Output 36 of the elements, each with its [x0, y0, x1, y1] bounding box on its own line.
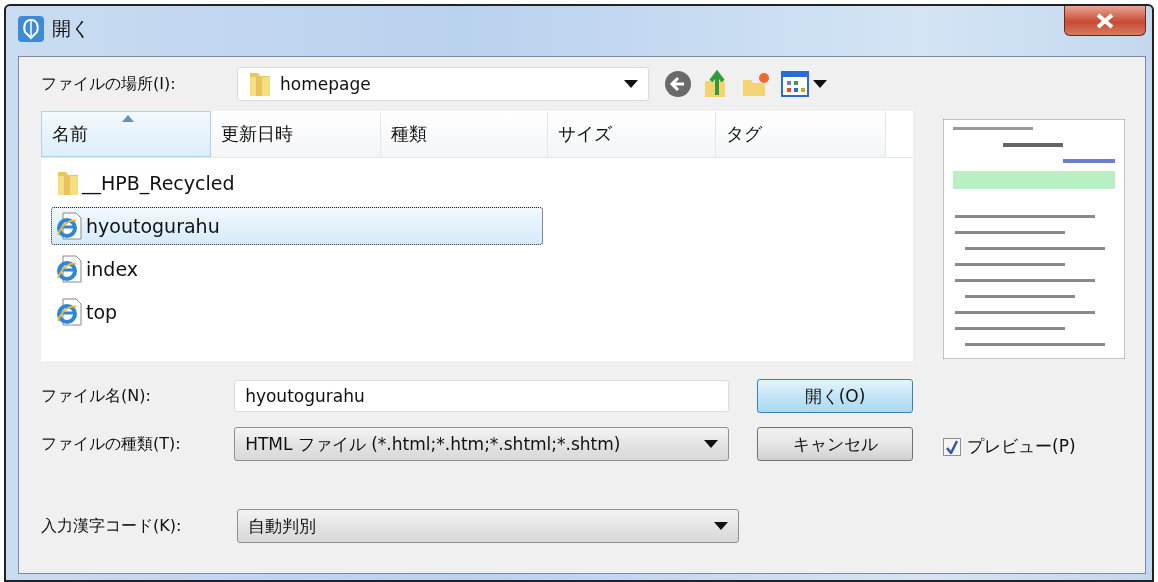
web-page-icon — [56, 297, 84, 327]
encoding-dropdown[interactable]: 自動判別 — [237, 509, 739, 543]
folder-icon — [56, 169, 80, 197]
location-label: ファイルの場所(I): — [41, 73, 177, 95]
cancel-button[interactable]: キャンセル — [757, 427, 913, 461]
column-header[interactable]: サイズ — [548, 111, 716, 157]
file-item[interactable]: __HPB_Recycled — [51, 164, 240, 202]
new-folder-icon[interactable] — [741, 70, 771, 98]
column-header[interactable]: 種類 — [381, 111, 548, 157]
dropdown-arrow-icon — [704, 440, 719, 448]
preview-checkbox[interactable]: プレビュー(P) — [943, 435, 1125, 458]
file-name-label: ファイル名(N): — [41, 385, 152, 407]
column-header[interactable]: タグ — [716, 111, 886, 157]
balloon-logo-icon — [18, 16, 44, 42]
sort-caret-icon — [122, 115, 134, 122]
file-type-label: ファイルの種類(T): — [41, 433, 182, 455]
back-icon[interactable] — [663, 69, 693, 99]
encoding-label: 入力漢字コード(K): — [41, 515, 183, 537]
file-type-dropdown[interactable]: HTML ファイル (*.html;*.htm;*.shtml;*.shtm) — [234, 427, 730, 461]
dropdown-arrow-icon — [624, 80, 638, 88]
column-header[interactable]: 更新日時 — [211, 111, 381, 157]
check-icon — [946, 439, 958, 454]
file-item[interactable]: top — [51, 293, 123, 331]
file-item[interactable]: hyoutogurahu — [51, 207, 543, 245]
column-header[interactable]: 名前 — [41, 111, 211, 157]
file-name-field[interactable]: hyoutogurahu — [234, 380, 730, 412]
window-title: 開く — [52, 16, 90, 41]
close-icon — [1095, 12, 1115, 29]
file-item[interactable]: index — [51, 250, 143, 288]
web-page-icon — [56, 211, 84, 241]
web-page-icon — [56, 254, 84, 284]
open-button[interactable]: 開く(O) — [757, 379, 913, 413]
dropdown-arrow-icon — [714, 522, 728, 530]
location-dropdown[interactable]: homepage — [237, 67, 649, 101]
close-button[interactable] — [1064, 6, 1146, 36]
folder-icon — [248, 70, 272, 98]
